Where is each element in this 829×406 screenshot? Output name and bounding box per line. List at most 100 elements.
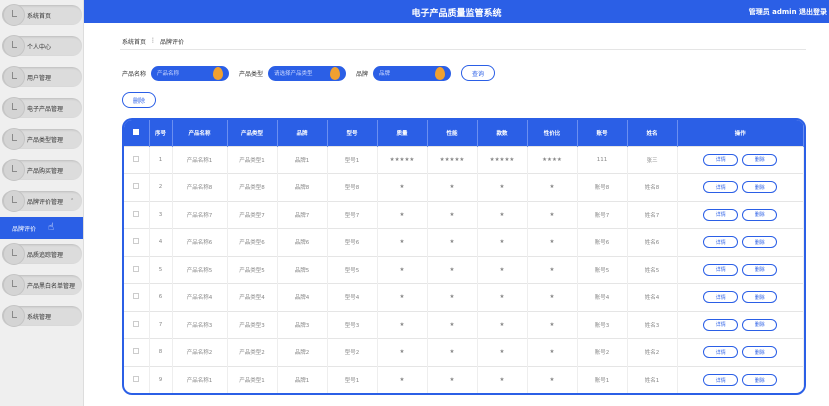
actions-cell: 详情 删除 [677,173,804,201]
table-cell: 产品类型7 [227,201,278,229]
row-checkbox[interactable] [124,311,150,339]
detail-button[interactable]: 详情 [703,318,739,331]
column-header: 操作 [677,120,804,146]
clock-icon [12,280,17,287]
sidebar-item-label: 品牌评价 [12,225,37,233]
sidebar-item[interactable]: 产品黑白名单管理 [0,270,83,301]
row-delete-button[interactable]: 删除 [742,346,778,359]
row-checkbox[interactable] [124,201,150,229]
table-cell: 品牌1 [277,366,328,393]
detail-button[interactable]: 详情 [703,181,739,194]
sidebar-item[interactable]: 系统首页 [0,0,83,31]
detail-button[interactable]: 详情 [703,374,739,386]
table-cell: ★ [377,173,428,201]
row-checkbox[interactable] [124,256,150,284]
row-delete-button[interactable]: 删除 [742,318,778,331]
row-delete-button[interactable]: 删除 [742,153,778,166]
clock-icon [12,165,17,172]
breadcrumb-home[interactable]: 系统首页 [122,37,146,46]
detail-button[interactable]: 详情 [703,208,739,221]
sidebar-item-label: 用户管理 [27,75,52,82]
detail-button[interactable]: 详情 [703,291,739,304]
table-row: 2 产品名称8 产品类型8 品牌8 型号8 ★ ★ ★ ★ 账号8 姓名8 详情 删除 [124,173,804,201]
top-header: 电子产品质量监管系统 管理员 admin 退出登录 [84,0,829,23]
select-all-checkbox[interactable] [124,120,150,146]
row-delete-button[interactable]: 删除 [742,208,778,221]
column-header: 质量 [377,120,428,146]
table-cell: 品牌7 [277,201,328,229]
row-checkbox[interactable] [124,228,150,256]
table-row: 1 产品名称1 产品类型1 品牌1 型号1 ★★★★★ ★★★★★ ★★★★★ ★★★★ 111 张… [124,146,804,174]
row-delete-button[interactable]: 删除 [742,374,778,386]
delete-button[interactable]: 删除 [122,92,156,108]
pointer-cursor-icon: ☝ [48,222,55,233]
table-cell: 产品名称7 [172,201,228,229]
sidebar-item-brand-review[interactable]: 品牌评价 ☝ [0,217,83,239]
sidebar-item[interactable]: 产品类型管理 [0,124,83,155]
table-cell: ★ [427,366,478,393]
breadcrumb: 系统首页 ⋮ 品牌评价 [122,37,184,46]
table-cell: ★ [427,338,478,366]
sidebar-item[interactable]: 品牌评价管理 ⌃ [0,186,83,217]
row-checkbox[interactable] [124,146,150,174]
detail-button[interactable]: 详情 [703,236,739,249]
detail-button[interactable]: 详情 [703,263,739,276]
table-cell: ★ [527,311,578,339]
sidebar-item[interactable]: 系统管理 [0,301,83,332]
table-cell: ★ [377,283,428,311]
table-cell: 账号8 [577,173,628,201]
user-logout[interactable]: 管理员 admin 退出登录 [749,7,827,17]
actions-cell: 详情 删除 [677,283,804,311]
product-name-input[interactable]: 产品名称 [151,65,230,81]
table-cell: 品牌4 [277,283,328,311]
sidebar-item-label: 系统首页 [27,13,52,20]
clock-icon [12,196,17,203]
row-checkbox[interactable] [124,283,150,311]
sidebar-item[interactable]: 品质追踪管理 [0,239,83,270]
table-cell: 品牌3 [277,311,328,339]
table-cell: ★ [527,201,578,229]
table-cell: 产品类型4 [227,283,278,311]
sidebar-item[interactable]: 产品购买管理 [0,155,83,186]
row-checkbox[interactable] [124,338,150,366]
table-cell: ★ [527,173,578,201]
breadcrumb-separator-icon: ⋮ [150,37,157,44]
sidebar-item[interactable]: 个人中心 [0,31,83,62]
row-delete-button[interactable]: 删除 [742,291,778,304]
row-checkbox[interactable] [124,173,150,201]
detail-button[interactable]: 详情 [703,346,739,359]
row-delete-button[interactable]: 删除 [742,263,778,276]
column-header: 款数 [477,120,528,146]
table-cell: 姓名2 [627,338,678,366]
actions-cell: 详情 删除 [677,311,804,339]
sidebar-item-label: 产品购买管理 [27,168,64,175]
table-cell: 6 [149,283,173,311]
table-cell: ★ [427,256,478,284]
clock-icon [12,249,17,256]
row-checkbox[interactable] [124,366,150,393]
table-cell: 品牌2 [277,338,328,366]
table-cell: 产品名称1 [172,146,228,174]
detail-button[interactable]: 详情 [703,153,739,166]
product-type-label: 产品类型 [239,70,264,78]
product-type-select[interactable]: 请选择产品类型 [268,65,347,81]
brand-input[interactable]: 品牌 [373,65,452,81]
row-delete-button[interactable]: 删除 [742,236,778,249]
actions-cell: 详情 删除 [677,201,804,229]
clock-icon [12,10,17,17]
row-delete-button[interactable]: 删除 [742,181,778,194]
table-cell: 产品名称5 [172,256,228,284]
table-cell: 姓名3 [627,311,678,339]
sidebar-item-label: 电子产品管理 [27,106,64,113]
table-cell: 型号4 [327,283,378,311]
table-cell: 产品类型1 [227,366,278,393]
table-cell: 产品名称4 [172,283,228,311]
table-cell: ★ [477,311,528,339]
table-cell: ★ [377,228,428,256]
query-button[interactable]: 查询 [461,65,496,81]
product-name-label: 产品名称 [122,70,147,78]
column-header: 序号 [149,120,173,146]
table-cell: 账号4 [577,283,628,311]
sidebar-item[interactable]: 用户管理 [0,62,83,93]
sidebar-item[interactable]: 电子产品管理 [0,93,83,124]
